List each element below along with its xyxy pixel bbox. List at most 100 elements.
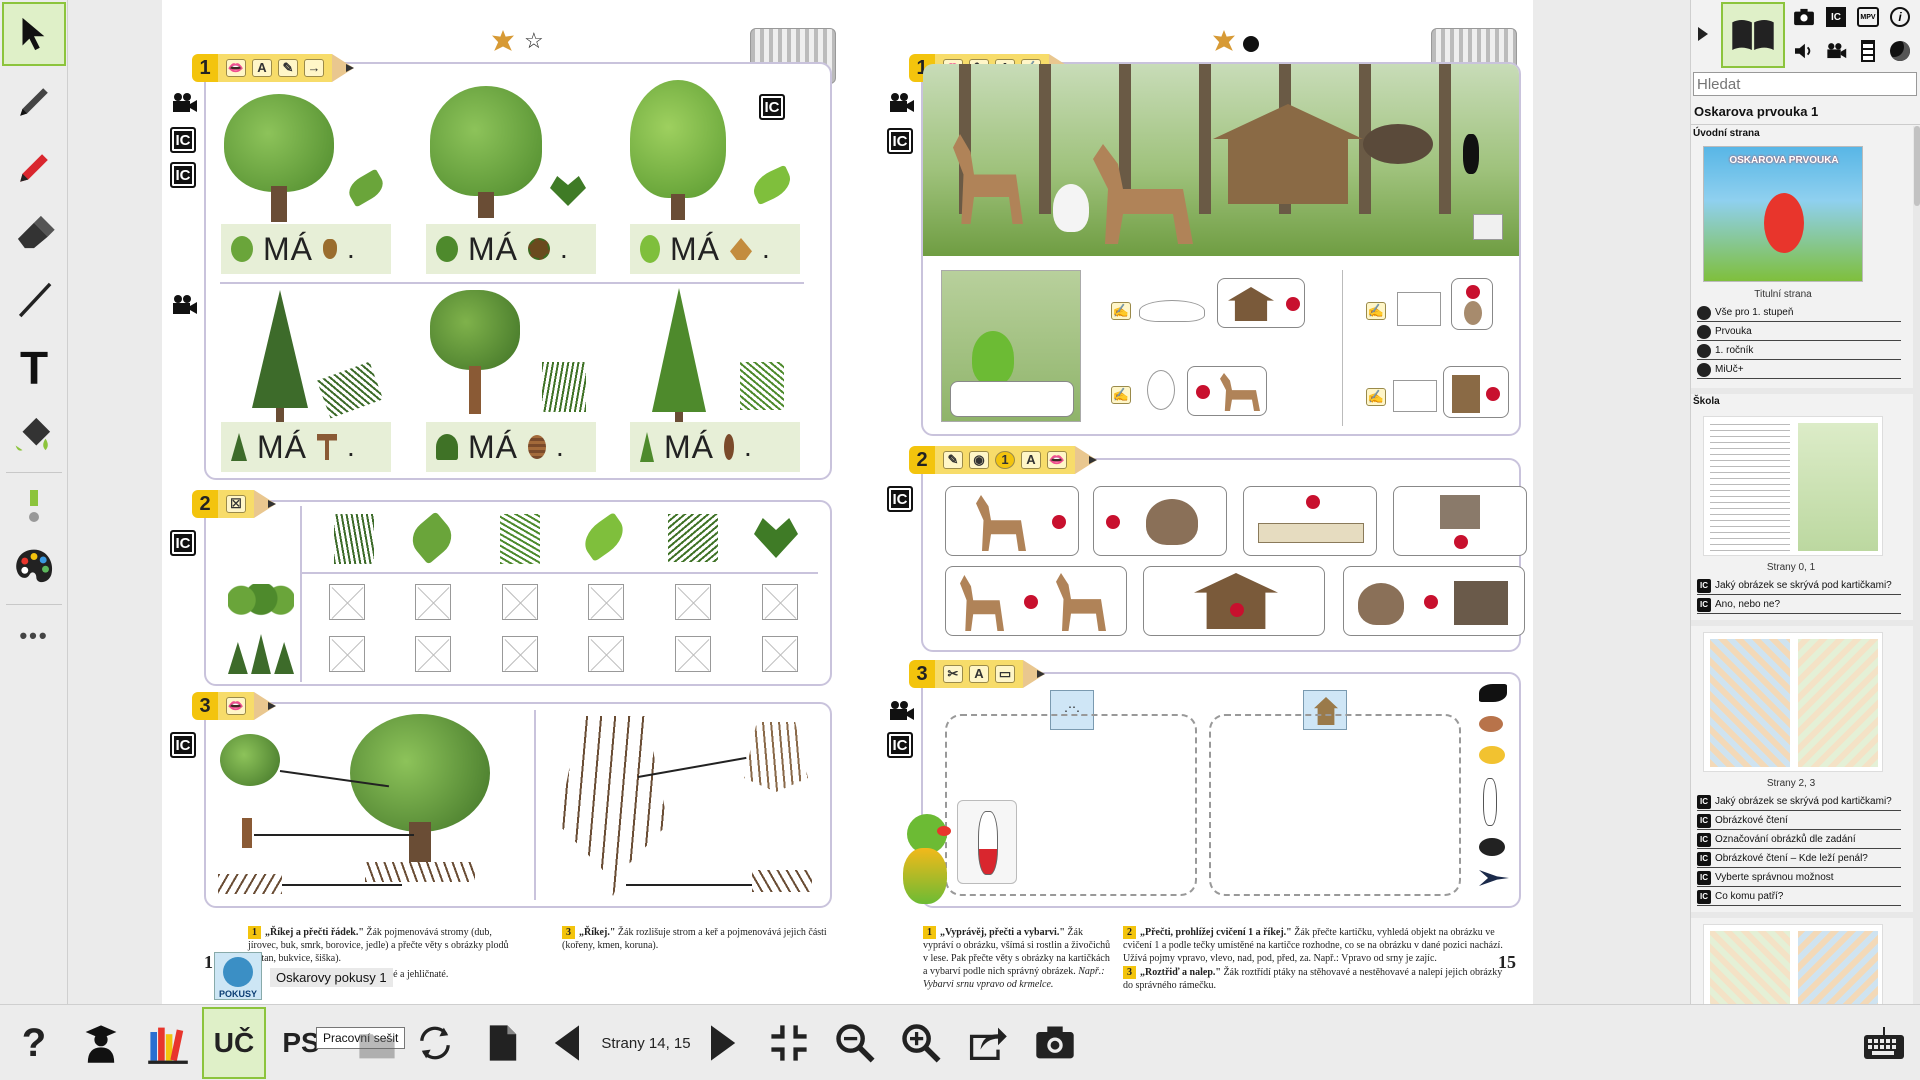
pages-4-5-thumbnail[interactable] (1703, 924, 1883, 1004)
next-page-button[interactable] (700, 1011, 744, 1075)
link-item[interactable]: IC Vyberte správnou možnost (1697, 869, 1901, 887)
marker-tool[interactable] (2, 136, 66, 200)
panel-scrollbar[interactable] (1913, 126, 1920, 1004)
pointer-tool[interactable] (2, 2, 66, 66)
fit-screen-button[interactable] (764, 1011, 814, 1075)
link-item[interactable]: IC Označování obrázků dle zadání (1697, 831, 1901, 849)
zoom-out-button[interactable] (830, 1011, 880, 1075)
interactive-exercise-icon[interactable]: IC (170, 162, 196, 188)
color-icon: ✍ (1111, 302, 1131, 320)
link-item[interactable]: IC Obrázkové čtení (1697, 812, 1901, 830)
web-button[interactable] (1885, 36, 1915, 66)
sync-button[interactable] (410, 1011, 460, 1075)
video-camera-icon[interactable] (887, 700, 915, 722)
deer-icon (976, 495, 1026, 551)
interactive-exercise-icon[interactable]: IC (170, 530, 196, 556)
link-item[interactable]: IC Obrázkové čtení – Kde leží penál? (1697, 850, 1901, 868)
answer-cell[interactable] (329, 584, 365, 620)
screenshot-button[interactable] (1030, 1011, 1080, 1075)
video-camera-icon[interactable] (170, 92, 198, 114)
answer-cell[interactable] (762, 636, 798, 672)
thumbnail-list[interactable]: Úvodní strana OSKAROVA PRVOUKA Titulní s… (1691, 126, 1913, 1004)
mpv-button[interactable]: MPV (1853, 2, 1883, 32)
answer-cell[interactable] (675, 584, 711, 620)
picture-card-deer[interactable] (1187, 366, 1267, 416)
more-tool[interactable]: ••• (2, 604, 66, 668)
drop-zone-resident[interactable] (1209, 714, 1461, 896)
link-item[interactable]: IC Jaký obrázek se skrývá pod kartičkami? (1697, 577, 1901, 595)
answer-cell[interactable] (588, 636, 624, 672)
zoom-in-button[interactable] (896, 1011, 946, 1075)
library-button[interactable] (140, 1011, 196, 1075)
interactive-exercise-icon[interactable]: IC (170, 732, 196, 758)
teacher-book-button[interactable]: UČ (202, 1007, 266, 1079)
pencil-tool[interactable] (2, 70, 66, 134)
audio-button[interactable] (1789, 36, 1819, 66)
interactive-exercise-icon[interactable]: IC (759, 94, 785, 120)
video-camera-icon[interactable] (170, 294, 198, 316)
eraser-tool[interactable] (2, 200, 66, 264)
link-item[interactable]: IC Ano, nebo ne? (1697, 596, 1901, 614)
stork-sticker[interactable] (957, 800, 1017, 884)
video-button[interactable] (1821, 36, 1851, 66)
position-card[interactable] (1243, 486, 1377, 556)
speaker-icon (1795, 43, 1811, 59)
folder-button[interactable] (352, 1011, 402, 1075)
position-card[interactable] (1343, 566, 1525, 636)
interactive-exercise-icon[interactable]: IC (887, 128, 913, 154)
interactive-exercise-icon[interactable]: IC (887, 732, 913, 758)
help-button[interactable]: ? (12, 1011, 56, 1075)
line-tool[interactable] (2, 268, 66, 332)
position-card[interactable] (1393, 486, 1527, 556)
collapse-panel-button[interactable] (1695, 20, 1711, 48)
answer-cell[interactable] (329, 636, 365, 672)
answer-cell[interactable] (588, 584, 624, 620)
share-button[interactable] (962, 1011, 1012, 1075)
text-tool[interactable]: T (2, 336, 66, 400)
pokusy-badge: POKUSY (218, 989, 257, 999)
pokusy-button[interactable]: POKUSY (214, 952, 262, 1000)
answer-cell[interactable] (762, 584, 798, 620)
palette-tool[interactable] (2, 536, 66, 600)
answer-cell[interactable] (415, 636, 451, 672)
interactive-exercise-icon[interactable]: IC (170, 127, 196, 153)
answer-cell[interactable] (415, 584, 451, 620)
link-item[interactable]: Prvouka (1697, 323, 1901, 341)
info-button[interactable]: i (1885, 2, 1915, 32)
teacher-button[interactable] (76, 1011, 126, 1075)
film-button[interactable] (1853, 36, 1883, 66)
camera-button[interactable] (1789, 2, 1819, 32)
link-item[interactable]: 1. ročník (1697, 342, 1901, 360)
picture-card-hare[interactable] (1451, 278, 1493, 330)
search-input[interactable] (1693, 72, 1917, 96)
size-tool[interactable] (2, 474, 66, 538)
pages-0-1-thumbnail[interactable] (1703, 416, 1883, 556)
cover-thumbnail[interactable]: OSKAROVA PRVOUKA (1703, 146, 1863, 282)
position-card[interactable] (945, 566, 1127, 636)
video-camera-icon[interactable] (887, 92, 915, 114)
previous-page-button[interactable] (546, 1011, 590, 1075)
scene-card-with-parrot[interactable] (941, 270, 1081, 422)
picture-card-woodpecker[interactable] (1443, 366, 1509, 418)
page-button[interactable] (478, 1011, 528, 1075)
fill-tool[interactable] (2, 402, 66, 466)
link-item[interactable]: MiUč+ (1697, 361, 1901, 379)
interactive-exercise-icon[interactable]: IC (887, 486, 913, 512)
keyboard-button[interactable] (1856, 1011, 1912, 1075)
link-item[interactable]: Vše pro 1. stupeň (1697, 304, 1901, 322)
book-view-button[interactable] (1721, 2, 1785, 68)
answer-cell[interactable] (502, 636, 538, 672)
position-card[interactable] (1143, 566, 1325, 636)
book-viewer[interactable]: ☆ IC IC IC IC 1 👄 A ✎ → MÁ . MÁ . MÁ . M… (68, 0, 1690, 1004)
ic-filter-button[interactable]: IC (1821, 2, 1851, 32)
scrollbar-thumb[interactable] (1914, 126, 1920, 206)
answer-cell[interactable] (675, 636, 711, 672)
position-card[interactable] (945, 486, 1079, 556)
position-card[interactable] (1093, 486, 1227, 556)
link-item[interactable]: IC Co komu patří? (1697, 888, 1901, 906)
pages-2-3-thumbnail[interactable] (1703, 632, 1883, 772)
feeder-icon (1194, 573, 1278, 629)
picture-card-feeder[interactable] (1217, 278, 1305, 328)
link-item[interactable]: IC Jaký obrázek se skrývá pod kartičkami? (1697, 793, 1901, 811)
answer-cell[interactable] (502, 584, 538, 620)
